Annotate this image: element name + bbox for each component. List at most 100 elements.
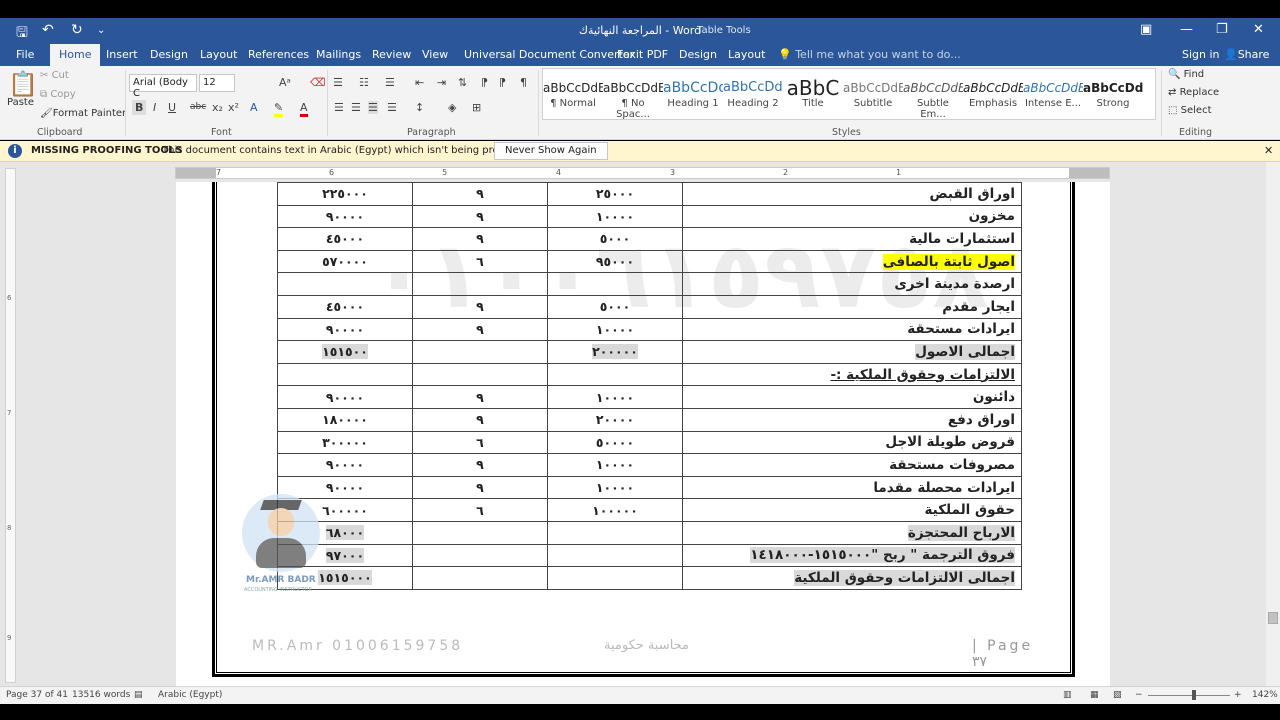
decrease-indent-icon[interactable]: ⇤ bbox=[415, 76, 424, 89]
cell-amount[interactable]: ١٠٠٠٠ bbox=[547, 475, 683, 500]
never-show-again-button[interactable]: Never Show Again bbox=[494, 142, 608, 160]
page-count[interactable]: Page 37 of 41 bbox=[6, 690, 68, 700]
cell-rate[interactable] bbox=[412, 362, 548, 387]
style-heading-2[interactable]: aBbCcDdEe Heading 2 bbox=[723, 77, 783, 109]
justify-icon[interactable]: ☰ bbox=[387, 101, 397, 114]
cell-amount[interactable]: ٥٠٠٠ bbox=[547, 227, 683, 251]
cell-total[interactable]: ٤٥٠٠٠ bbox=[277, 227, 413, 251]
cell-amount[interactable] bbox=[547, 272, 683, 296]
cell-rate[interactable]: ٩ bbox=[412, 204, 548, 229]
tab-design[interactable]: Design bbox=[150, 48, 188, 61]
style-emphasis[interactable]: aBbCcDdEe Emphasis bbox=[963, 77, 1023, 109]
font-size-icon[interactable]: Aᵃ bbox=[279, 76, 291, 89]
sort-icon[interactable]: ⇅ bbox=[458, 76, 467, 89]
minimize-button[interactable]: — bbox=[1180, 22, 1193, 37]
zoom-in-icon[interactable]: + bbox=[1234, 690, 1242, 700]
cell-total[interactable]: ٥٧٠٠٠٠ bbox=[277, 249, 413, 274]
increase-indent-icon[interactable]: ⇥ bbox=[437, 76, 446, 89]
tab-review[interactable]: Review bbox=[372, 48, 411, 61]
cell-amount[interactable]: ١٠٠٠٠٠ bbox=[547, 498, 683, 522]
page[interactable]: ٠١٠٠٦١٥٩٧٥٨ اوراق القبض ٢٥٠٠٠ ٩ ٢٢٥٠٠٠ مخزون… bbox=[176, 182, 1110, 686]
copy-button[interactable]: ⧉ Copy bbox=[40, 89, 76, 100]
cell-total[interactable] bbox=[277, 272, 413, 296]
cell-amount[interactable]: ١٠٠٠٠ bbox=[547, 453, 683, 477]
cell-rate[interactable]: ٩ bbox=[412, 317, 548, 342]
cell-amount[interactable]: ٥٠٠٠ bbox=[547, 294, 683, 319]
close-message-icon[interactable]: ✕ bbox=[1264, 144, 1273, 157]
ribbon-display-options-icon[interactable]: ▣ bbox=[1140, 22, 1152, 37]
table-row[interactable]: اوراق القبض ٢٥٠٠٠ ٩ ٢٢٥٠٠٠ bbox=[277, 182, 1022, 206]
style-normal[interactable]: aBbCcDdEe ¶ Normal bbox=[543, 77, 603, 109]
row-label[interactable]: الالتزامات وحقوق الملكية :- bbox=[682, 362, 1022, 387]
cell-rate[interactable]: ٦ bbox=[412, 498, 548, 522]
table-row[interactable]: مصروفات مستحقة ١٠٠٠٠ ٩ ٩٠٠٠٠ bbox=[277, 453, 1022, 477]
clear-formatting-icon[interactable]: ⌫ bbox=[310, 76, 326, 89]
tab-view[interactable]: View bbox=[422, 48, 448, 61]
table-row[interactable]: الارباح المحتجزة ٦٨٠٠٠ bbox=[277, 520, 1022, 545]
select-button[interactable]: ⬚ Select bbox=[1168, 105, 1212, 116]
replace-button[interactable]: ⇄ Replace bbox=[1168, 87, 1219, 98]
table-row[interactable]: اجمالى الاصول ٢٠٠٠٠٠ ١٥١٥٠٠ bbox=[277, 340, 1022, 364]
borders-icon[interactable]: ⊞ bbox=[472, 101, 481, 114]
row-label[interactable]: اجمالى الاصول bbox=[682, 340, 1022, 364]
row-label[interactable]: استثمارات مالية bbox=[682, 227, 1022, 251]
highlight-icon[interactable]: ✎ bbox=[274, 101, 284, 117]
paste-button[interactable]: Paste bbox=[7, 97, 34, 108]
cell-total[interactable] bbox=[277, 362, 413, 387]
row-label[interactable]: قروض طويلة الاجل bbox=[682, 430, 1022, 455]
cell-rate[interactable] bbox=[412, 272, 548, 296]
cell-total[interactable]: ٢٢٥٠٠٠ bbox=[277, 182, 413, 206]
style-intense-emphasis[interactable]: aBbCcDdEe Intense E... bbox=[1023, 77, 1083, 109]
zoom-level[interactable]: 142% bbox=[1252, 690, 1278, 700]
cell-total[interactable]: ١٨٠٠٠٠ bbox=[277, 407, 413, 432]
ltr-icon[interactable]: ⁋ bbox=[481, 76, 488, 89]
rtl-icon[interactable]: ⁋ bbox=[499, 76, 506, 89]
zoom-slider-thumb[interactable] bbox=[1192, 690, 1196, 700]
print-layout-icon[interactable]: ▦ bbox=[1090, 690, 1099, 700]
cell-amount[interactable]: ٢٠٠٠٠٠ bbox=[547, 340, 683, 364]
vertical-ruler[interactable]: 6 7 8 9 bbox=[5, 168, 16, 683]
paste-icon[interactable]: 📋 bbox=[8, 70, 38, 98]
cell-amount[interactable]: ٩٥٠٠٠ bbox=[547, 249, 683, 274]
table-row[interactable]: اوراق دفع ٢٠٠٠٠ ٩ ١٨٠٠٠٠ bbox=[277, 407, 1022, 432]
row-label[interactable]: الارباح المحتجزة bbox=[682, 520, 1022, 545]
language-indicator[interactable]: Arabic (Egypt) bbox=[158, 690, 222, 700]
show-marks-icon[interactable]: ¶ bbox=[520, 76, 527, 89]
tab-file[interactable]: File bbox=[16, 48, 34, 61]
word-count[interactable]: 13516 words bbox=[72, 690, 130, 700]
cell-rate[interactable] bbox=[412, 566, 548, 590]
cell-total[interactable]: ٤٥٠٠٠ bbox=[277, 294, 413, 319]
style-heading-1[interactable]: aBbCcDdEe Heading 1 bbox=[663, 77, 723, 109]
table-row[interactable]: اصول ثابتة بالصافى ٩٥٠٠٠ ٦ ٥٧٠٠٠٠ bbox=[277, 249, 1022, 274]
row-label[interactable]: اجمالى الالتزامات وحقوق الملكية bbox=[682, 566, 1022, 590]
cell-rate[interactable]: ٦ bbox=[412, 430, 548, 455]
tab-table-layout[interactable]: Layout bbox=[728, 48, 765, 61]
cell-rate[interactable]: ٩ bbox=[412, 182, 548, 206]
tab-layout[interactable]: Layout bbox=[200, 48, 237, 61]
cell-rate[interactable]: ٩ bbox=[412, 227, 548, 251]
tab-table-design[interactable]: Design bbox=[679, 48, 717, 61]
shading-icon[interactable]: ◈ bbox=[448, 101, 456, 114]
style-no-spacing[interactable]: aBbCcDdEe ¶ No Spac... bbox=[603, 77, 663, 120]
cell-rate[interactable]: ٦ bbox=[412, 249, 548, 274]
cell-amount[interactable]: ٢٠٠٠٠ bbox=[547, 407, 683, 432]
font-color-icon[interactable]: A bbox=[300, 101, 308, 117]
sign-in-link[interactable]: Sign in bbox=[1182, 48, 1220, 61]
cell-rate[interactable]: ٩ bbox=[412, 407, 548, 432]
cell-rate[interactable] bbox=[412, 543, 548, 568]
cell-rate[interactable]: ٩ bbox=[412, 294, 548, 319]
horizontal-ruler[interactable]: 7 6 5 4 3 2 1 bbox=[175, 167, 1110, 179]
row-label[interactable]: ارصدة مدينة اخرى bbox=[682, 272, 1022, 296]
cell-amount[interactable] bbox=[547, 520, 683, 545]
row-label[interactable]: مخزون bbox=[682, 204, 1022, 229]
table-row[interactable]: اجمالى الالتزامات وحقوق الملكية ١٥١٥٠٠٠ bbox=[277, 566, 1022, 590]
numbering-icon[interactable]: ☷ bbox=[359, 76, 369, 89]
strikethrough-icon[interactable]: abc bbox=[190, 102, 206, 112]
financial-table[interactable]: اوراق القبض ٢٥٠٠٠ ٩ ٢٢٥٠٠٠ مخزون ١٠٠٠٠ ٩ ٩٠٠٠٠ ا… bbox=[277, 182, 1022, 590]
style-title[interactable]: aBbC Title bbox=[783, 77, 843, 109]
cell-total[interactable]: ٩٠٠٠٠ bbox=[277, 453, 413, 477]
cell-rate[interactable]: ٩ bbox=[412, 475, 548, 500]
find-button[interactable]: 🔍 Find bbox=[1168, 69, 1204, 80]
cell-amount[interactable]: ٥٠٠٠٠ bbox=[547, 430, 683, 455]
table-row[interactable]: ايرادات محصلة مقدما ١٠٠٠٠ ٩ ٩٠٠٠٠ bbox=[277, 475, 1022, 500]
